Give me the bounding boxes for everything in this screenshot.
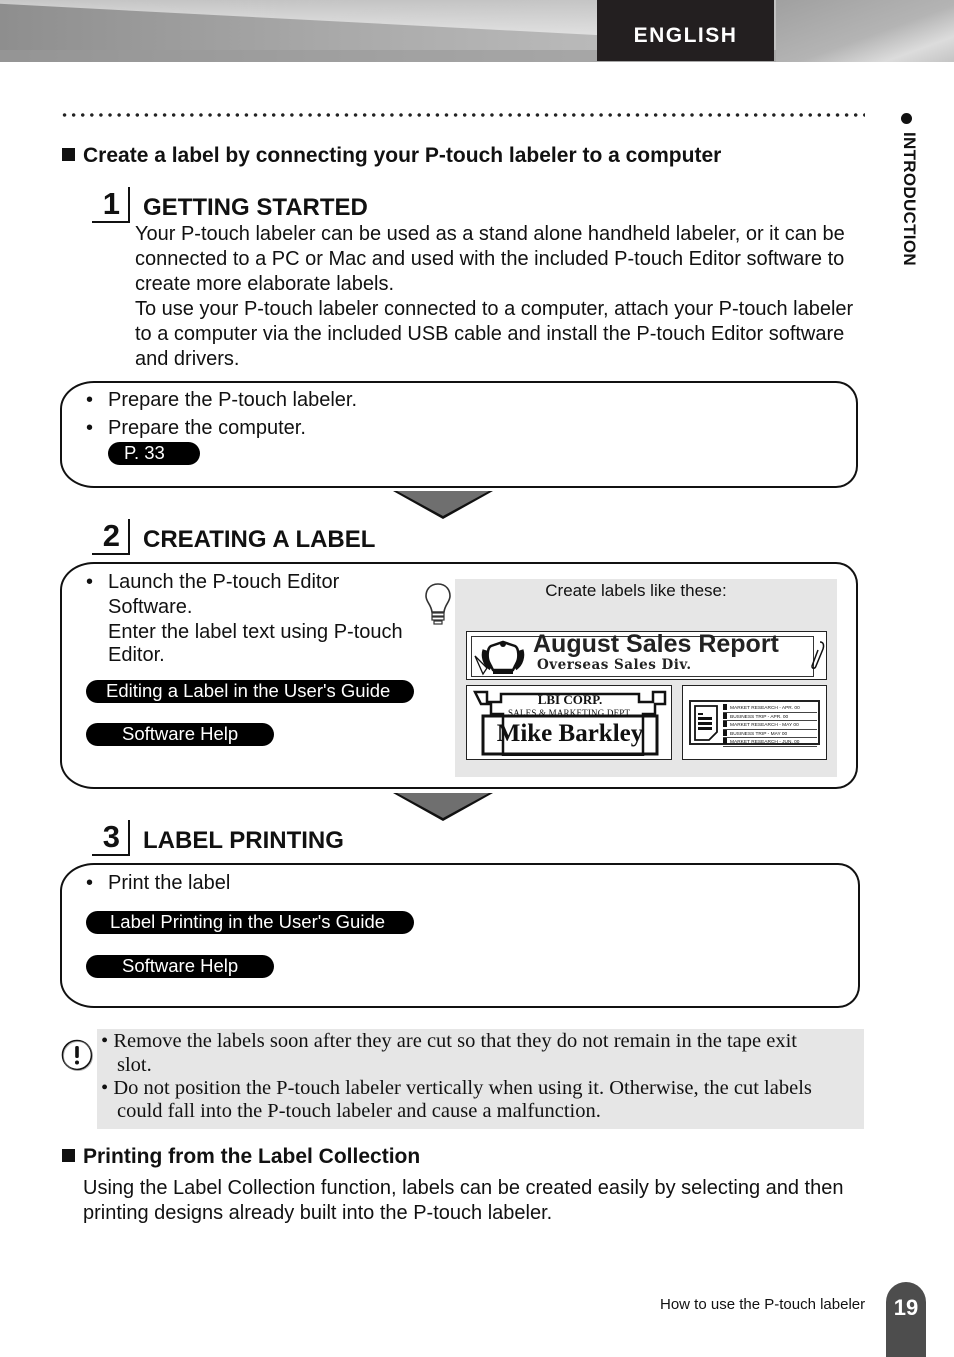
instruction-line: Enter the label text using P-touch	[108, 621, 403, 643]
language-tab[interactable]: ENGLISH	[597, 0, 774, 61]
footer-chapter: How to use the P-touch labeler	[660, 1296, 866, 1313]
lightbulb-icon	[425, 583, 451, 625]
instruction-line: Editor.	[108, 644, 165, 666]
sample-label-badge: LBI CORP. SALES & MARKETING DEPT. Mike B…	[466, 685, 672, 760]
sample-label-report: August Sales Report Overseas Sales Div.	[466, 630, 827, 680]
collection-body-line: printing designs already built into the …	[83, 1202, 553, 1224]
bullet-item: • Launch the P-touch Editor	[86, 571, 340, 593]
file-index-row: MARKET RESEARCH - MAY 00	[723, 721, 817, 730]
step-title: LABEL PRINTING	[143, 827, 344, 854]
step-number: 2	[102, 518, 120, 553]
step-number: 1	[102, 186, 120, 221]
caution-item-continuation: slot.	[117, 1054, 152, 1076]
side-bullet-icon	[901, 113, 912, 124]
caution-item: • Remove the labels soon after they are …	[101, 1030, 797, 1052]
step-3-box: • Print the label Label Printing in the U…	[60, 863, 860, 1008]
page-number: 19	[886, 1282, 926, 1357]
step-number: 3	[102, 819, 120, 854]
bullet-continuation: Software.	[108, 596, 193, 618]
bullet-item: • Prepare the computer.	[86, 417, 306, 439]
chapter-side-tab[interactable]: INTRODUCTION	[893, 132, 921, 292]
report-title: August Sales Report	[533, 630, 779, 658]
badge-company: LBI CORP.	[537, 692, 603, 707]
editing-label-guide-link[interactable]: Editing a Label in the User's Guide	[86, 680, 414, 703]
collection-body-line: Using the Label Collection function, lab…	[83, 1177, 844, 1199]
square-bullet-icon	[62, 148, 75, 161]
square-bullet-icon	[62, 1149, 75, 1162]
badge-department: SALES & MARKETING DEPT.	[508, 708, 632, 718]
dotted-divider	[60, 112, 865, 118]
software-help-link[interactable]: Software Help	[86, 723, 274, 746]
report-subtitle: Overseas Sales Div.	[537, 657, 692, 673]
header-band-right	[776, 0, 954, 62]
step-title: CREATING A LABEL	[143, 526, 376, 553]
badge-name: Mike Barkley	[496, 720, 644, 747]
step-1-box: • Prepare the P-touch labeler. • Prepare t…	[60, 381, 858, 488]
caution-item: • Do not position the P-touch labeler ve…	[101, 1077, 812, 1099]
chapter-side-label: INTRODUCTION	[900, 132, 919, 266]
section-heading-collection: Printing from the Label Collection	[62, 1145, 420, 1169]
sample-labels-panel: Create labels like these: August Sales R…	[455, 579, 837, 777]
section-heading-connect: Create a label by connecting your P-touc…	[62, 144, 721, 168]
flow-arrow-fill	[397, 793, 489, 818]
caution-item-continuation: could fall into the P-touch labeler and …	[117, 1100, 601, 1122]
step-2-box: • Launch the P-touch Editor Software. Ent…	[60, 562, 858, 789]
sales-clipart-icon	[474, 640, 525, 676]
caution-icon	[61, 1039, 93, 1071]
sample-label-file-index: MARKET RESEARCH - APR. 00 BUSINESS TRIP …	[682, 685, 827, 760]
getting-started-paragraph-2: To use your P-touch labeler connected to…	[135, 298, 854, 370]
file-index-rows: MARKET RESEARCH - APR. 00 BUSINESS TRIP …	[723, 704, 817, 747]
flow-arrow-fill	[397, 491, 489, 516]
bullet-item: • Print the label	[86, 872, 231, 894]
step-title: GETTING STARTED	[143, 194, 368, 221]
getting-started-paragraph-1: Your P-touch labeler can be used as a st…	[135, 223, 845, 295]
hint-caption: Create labels like these:	[545, 581, 727, 600]
file-index-row: MARKET RESEARCH - JUN. 00	[723, 738, 817, 747]
page-reference-link[interactable]: P. 33	[108, 442, 200, 465]
document-icon	[694, 705, 718, 741]
paperclip-icon	[811, 641, 825, 669]
bullet-item: • Prepare the P-touch labeler.	[86, 389, 358, 411]
file-index-row: BUSINESS TRIP - APR. 00	[723, 712, 817, 722]
file-index-row: MARKET RESEARCH - APR. 00	[723, 704, 817, 713]
file-index-row: BUSINESS TRIP - MAY 00	[723, 729, 817, 739]
software-help-link[interactable]: Software Help	[86, 955, 274, 978]
label-printing-guide-link[interactable]: Label Printing in the User's Guide	[86, 911, 414, 934]
caution-panel: • Remove the labels soon after they are …	[97, 1029, 864, 1129]
